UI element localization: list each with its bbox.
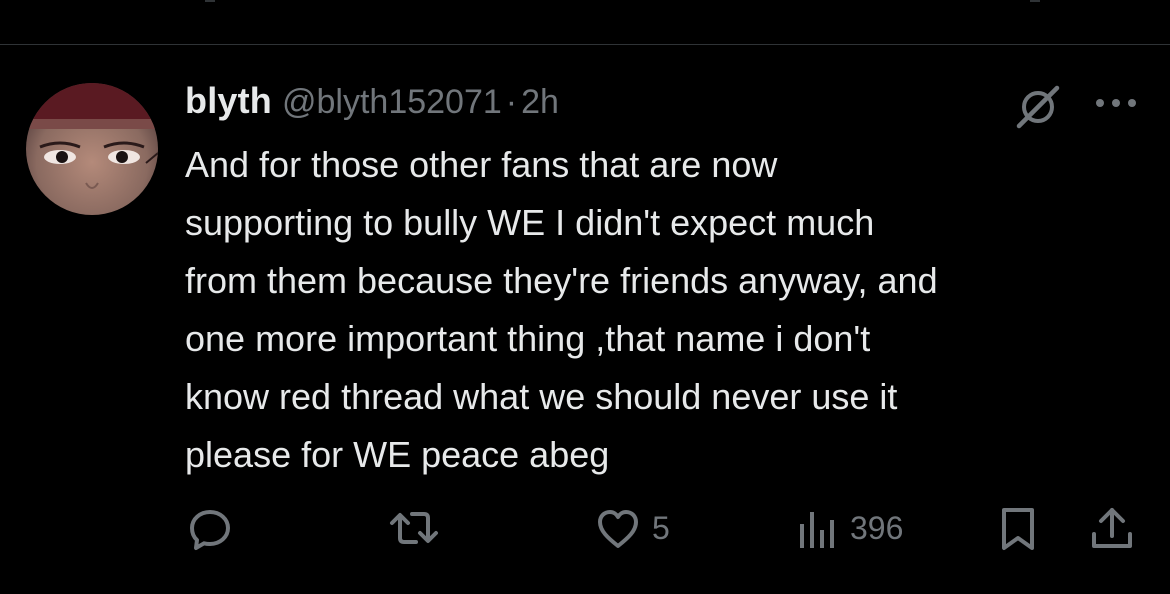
- grok-icon[interactable]: [1013, 82, 1063, 132]
- reply-icon: [186, 504, 234, 552]
- bookmark-button[interactable]: [996, 500, 1040, 556]
- like-count: 5: [652, 509, 670, 546]
- share-icon: [1088, 504, 1136, 552]
- heart-icon: [594, 504, 642, 552]
- view-count: 396: [850, 509, 904, 546]
- bookmark-icon: [996, 504, 1040, 552]
- retweet-icon: [388, 504, 440, 552]
- action-bar: 5 396: [0, 500, 1170, 556]
- tweet-text: And for those other fans that are now su…: [185, 144, 938, 475]
- views-icon: [796, 504, 840, 552]
- top-edge-ticks: [0, 0, 1170, 4]
- more-icon[interactable]: [1092, 88, 1140, 118]
- tweet-header: blyth @blyth152071 · 2h: [185, 80, 559, 126]
- handle[interactable]: @blyth152071: [282, 83, 502, 122]
- separator-dot: ·: [505, 83, 518, 121]
- avatar[interactable]: [26, 83, 158, 215]
- divider: [0, 44, 1170, 45]
- display-name[interactable]: blyth: [185, 80, 272, 122]
- reply-button[interactable]: [186, 500, 244, 556]
- timestamp[interactable]: 2h: [521, 83, 559, 122]
- retweet-button[interactable]: [388, 500, 450, 556]
- share-button[interactable]: [1088, 500, 1136, 556]
- views-button[interactable]: 396: [796, 500, 903, 556]
- like-button[interactable]: 5: [594, 500, 670, 556]
